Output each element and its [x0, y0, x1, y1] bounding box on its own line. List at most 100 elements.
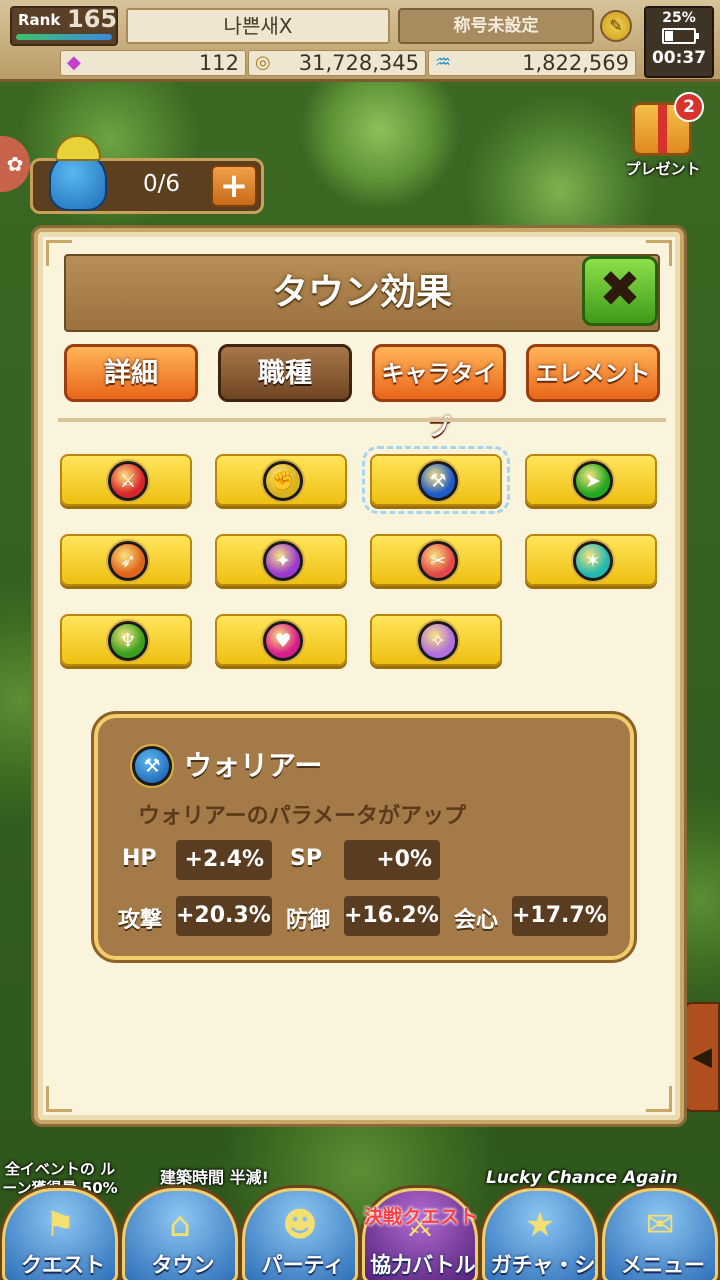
- water-drop-icon: ♒: [435, 52, 452, 73]
- job-button-bow[interactable]: ➶: [60, 534, 192, 586]
- job-button-sword[interactable]: ⚔: [60, 454, 192, 506]
- job-button-heart[interactable]: ♥: [215, 614, 347, 666]
- attack-value: +20.3%: [176, 896, 272, 936]
- staff-icon: ✦: [263, 541, 303, 581]
- battery-percent: 25%: [662, 10, 696, 26]
- add-builder-button[interactable]: +: [211, 165, 257, 207]
- side-panel-toggle[interactable]: ◀: [684, 1002, 720, 1112]
- close-button[interactable]: ✖: [582, 256, 658, 326]
- sp-label: SP: [290, 846, 322, 871]
- frame-corner: [646, 1086, 672, 1112]
- hp-value: +2.4%: [176, 840, 272, 880]
- gear-icon: ✿: [6, 152, 24, 176]
- claw-icon: ♆: [108, 621, 148, 661]
- arrow-left-icon: ◀: [692, 1042, 712, 1072]
- job-button-claw[interactable]: ♆: [60, 614, 192, 666]
- dialog-title: タウン効果: [271, 272, 452, 313]
- settings-tab[interactable]: ✿: [0, 136, 30, 192]
- present-label: プレゼント: [625, 160, 701, 178]
- status-bar: Rank 165 나쁜새X 称号未設定 ✎ 25% 00:37 ◆ 112 ◎ …: [0, 0, 720, 82]
- rank-exp-bar: [16, 34, 112, 40]
- gem-icon: ◆: [67, 52, 81, 73]
- tab-character-type[interactable]: キャラタイプ: [372, 344, 506, 441]
- currency-row: ◆ 112 ◎ 31,728,345 ♒ 1,822,569: [16, 50, 638, 76]
- coin-icon: ◎: [255, 52, 271, 73]
- coin-counter[interactable]: ◎ 31,728,345: [248, 50, 426, 76]
- town-icon: ⌂: [169, 1205, 191, 1245]
- tab-details[interactable]: 詳細: [64, 344, 198, 402]
- nav-party[interactable]: ☻ パーティ: [242, 1188, 358, 1280]
- present-button[interactable]: 2 プレゼント: [618, 92, 708, 184]
- builder-mascot-icon: [37, 127, 117, 211]
- attack-label: 攻撃: [118, 908, 163, 933]
- bow-icon: ➶: [108, 541, 148, 581]
- bottom-navigation: 全イベントの ルーン獲得量 50%アップ! 建築時間 半減! ⚑クエスト⌂タウン…: [0, 1160, 720, 1280]
- dagger-icon: ✂: [418, 541, 458, 581]
- effect-job-name: ウォリアー: [184, 749, 323, 782]
- present-count-badge: 2: [674, 92, 704, 122]
- sword-icon: ⚔: [108, 461, 148, 501]
- builder-count: 0/6: [143, 171, 181, 197]
- critical-label: 会心: [454, 908, 499, 933]
- special-icon: ✧: [418, 621, 458, 661]
- nav-label: 協力バトル: [370, 1253, 476, 1277]
- defense-value: +16.2%: [344, 896, 440, 936]
- nav-label: パーティ: [261, 1253, 345, 1277]
- job-button-beast[interactable]: ✶: [525, 534, 657, 586]
- builder-counter: 0/6 +: [30, 135, 264, 214]
- menu-icon: ✉: [645, 1205, 675, 1245]
- defense-label: 防御: [286, 908, 331, 933]
- nav-town[interactable]: ⌂ タウン: [122, 1188, 238, 1280]
- nav-label: メニュー: [621, 1253, 705, 1277]
- sp-value: +0%: [344, 840, 440, 880]
- rank-label: Rank: [18, 11, 61, 29]
- quest-icon: ⚑: [44, 1205, 76, 1245]
- nav-label: クエスト: [21, 1253, 105, 1277]
- divider: [58, 418, 666, 422]
- job-button-dagger[interactable]: ✂: [370, 534, 502, 586]
- heart-icon: ♥: [263, 621, 303, 661]
- coin-count: 31,728,345: [298, 51, 419, 75]
- frame-corner: [46, 1086, 72, 1112]
- dialog-header: タウン効果: [64, 254, 660, 332]
- player-name[interactable]: 나쁜새X: [126, 8, 390, 44]
- lucky-chance-banner: Lucky Chance Again: [486, 1168, 678, 1188]
- effect-description: ウォリアーのパラメータがアップ: [138, 804, 467, 829]
- job-button-fist[interactable]: ✊: [215, 454, 347, 506]
- tab-element[interactable]: エレメント: [526, 344, 660, 402]
- gacha-shop-icon: ★: [524, 1205, 556, 1245]
- axe-icon: ⚒: [418, 461, 458, 501]
- decisive-quest-banner: 決戦クエスト: [364, 1206, 479, 1228]
- fist-icon: ✊: [263, 461, 303, 501]
- beast-icon: ✶: [573, 541, 613, 581]
- water-count: 1,822,569: [522, 51, 629, 75]
- nav-menu[interactable]: ✉ メニュー: [602, 1188, 718, 1280]
- party-icon: ☻: [282, 1205, 318, 1245]
- build-time-banner: 建築時間 半減!: [160, 1168, 269, 1187]
- device-status: 25% 00:37: [644, 6, 714, 78]
- player-title[interactable]: 称号未設定: [398, 8, 594, 44]
- pencil-icon: ✎: [609, 16, 623, 35]
- nav-label: タウン: [151, 1253, 215, 1277]
- hp-label: HP: [122, 846, 157, 871]
- rank-value: 165: [67, 5, 118, 33]
- edit-profile-button[interactable]: ✎: [600, 10, 632, 42]
- job-button-special[interactable]: ✧: [370, 614, 502, 666]
- spear-icon: ➤: [573, 461, 613, 501]
- job-button-spear[interactable]: ➤: [525, 454, 657, 506]
- clock: 00:37: [651, 48, 707, 68]
- nav-gacha-shop[interactable]: ★ ガチャ・ショップ: [482, 1188, 598, 1280]
- gem-counter[interactable]: ◆ 112: [60, 50, 246, 76]
- job-button-staff[interactable]: ✦: [215, 534, 347, 586]
- job-button-axe[interactable]: ⚒: [362, 446, 510, 514]
- axe-icon: ⚒: [132, 746, 172, 786]
- rank-badge: Rank 165: [10, 5, 118, 46]
- battery-icon: [662, 28, 699, 44]
- water-counter[interactable]: ♒ 1,822,569: [428, 50, 636, 76]
- nav-label: ガチャ・ショップ: [490, 1253, 596, 1277]
- critical-value: +17.7%: [512, 896, 608, 936]
- close-icon: ✖: [599, 260, 641, 318]
- effect-detail-panel: ⚒ ウォリアー ウォリアーのパラメータがアップ HP +2.4% SP +0% …: [94, 714, 634, 960]
- tab-job-type[interactable]: 職種: [218, 344, 352, 402]
- nav-quest[interactable]: ⚑ クエスト: [2, 1188, 118, 1280]
